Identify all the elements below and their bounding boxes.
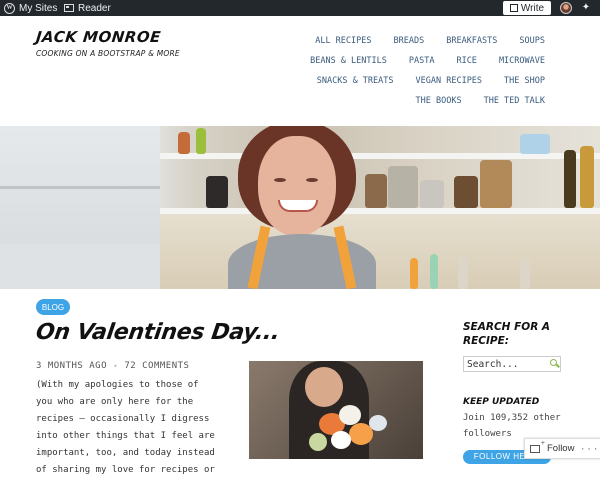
shelf: [160, 208, 600, 214]
bottle: [580, 146, 594, 208]
hero-image: [0, 126, 600, 289]
my-sites-label: My Sites: [19, 2, 58, 14]
category-badge[interactable]: BLOG: [36, 299, 70, 315]
reader-icon: [64, 4, 74, 12]
post-thumbnail[interactable]: [249, 361, 423, 459]
jar: [420, 180, 444, 208]
bottle: [564, 150, 576, 208]
nav-beans-lentils[interactable]: BEANS & LENTILS: [299, 54, 398, 68]
keep-updated-title: KEEP UPDATED: [463, 397, 540, 407]
nav-breakfasts[interactable]: BREAKFASTS: [435, 34, 508, 48]
nav-soups[interactable]: SOUPS: [508, 34, 556, 48]
post-comments-link[interactable]: 72 COMMENTS: [124, 361, 189, 371]
jar: [454, 176, 478, 208]
cabinet-lower: [0, 244, 160, 289]
wordpress-icon: W: [4, 2, 15, 14]
utensil: [430, 254, 438, 289]
notifications-icon[interactable]: ✦: [580, 2, 592, 14]
nav-the-books[interactable]: THE BOOKS: [405, 94, 473, 108]
jar: [480, 160, 512, 208]
admin-bar: W My Sites Reader Write ✦: [0, 0, 600, 16]
nav-the-ted-talk[interactable]: THE TED TALK: [473, 94, 556, 108]
jar: [388, 166, 418, 208]
more-options-icon[interactable]: ···: [580, 445, 599, 455]
nav-all-recipes[interactable]: ALL RECIPES: [304, 34, 382, 48]
user-avatar[interactable]: [560, 2, 572, 14]
post-meta: 3 MONTHS AGO • 72 COMMENTS: [36, 361, 189, 371]
reader-label: Reader: [78, 2, 111, 14]
post-title[interactable]: On Valentines Day...: [34, 320, 281, 345]
follow-label: Follow: [547, 443, 575, 454]
nav-microwave[interactable]: MICROWAVE: [488, 54, 556, 68]
reader-link[interactable]: Reader: [64, 0, 111, 16]
write-button[interactable]: Write: [503, 1, 551, 15]
jar: [178, 132, 190, 154]
meta-separator: •: [113, 361, 119, 371]
search-widget-title: SEARCH FOR A RECIPE:: [463, 321, 551, 347]
search-placeholder: Search...: [467, 358, 519, 370]
nav-rice[interactable]: RICE: [445, 54, 487, 68]
cabinet-line: [0, 186, 160, 189]
utensil: [410, 258, 418, 289]
nav-pasta[interactable]: PASTA: [398, 54, 446, 68]
site-title[interactable]: JACK MONROE: [35, 28, 162, 46]
post-excerpt: (With my apologies to those of you who a…: [36, 380, 215, 475]
person-portrait: [228, 126, 376, 289]
follow-icon: [530, 440, 545, 453]
bottle: [520, 258, 530, 289]
bottle: [196, 128, 206, 154]
search-input[interactable]: Search...: [463, 356, 561, 372]
pencil-icon: [509, 4, 518, 12]
nav-snacks-treats[interactable]: SNACKS & TREATS: [306, 74, 405, 88]
nav-breads[interactable]: BREADS: [383, 34, 436, 48]
main-nav: ALL RECIPES BREADS BREAKFASTS SOUPS BEAN…: [276, 34, 556, 108]
search-icon[interactable]: [550, 359, 557, 366]
books: [520, 134, 550, 154]
write-label: Write: [520, 2, 545, 14]
my-sites-link[interactable]: W My Sites: [4, 0, 57, 16]
jar: [206, 176, 228, 208]
bottle: [458, 256, 468, 289]
nav-vegan-recipes[interactable]: VEGAN RECIPES: [405, 74, 494, 88]
wall-tiles: [160, 214, 600, 289]
site-tagline: COOKING ON A BOOTSTRAP & MORE: [36, 49, 180, 58]
post-date[interactable]: 3 MONTHS AGO: [36, 361, 107, 371]
nav-the-shop[interactable]: THE SHOP: [493, 74, 556, 88]
